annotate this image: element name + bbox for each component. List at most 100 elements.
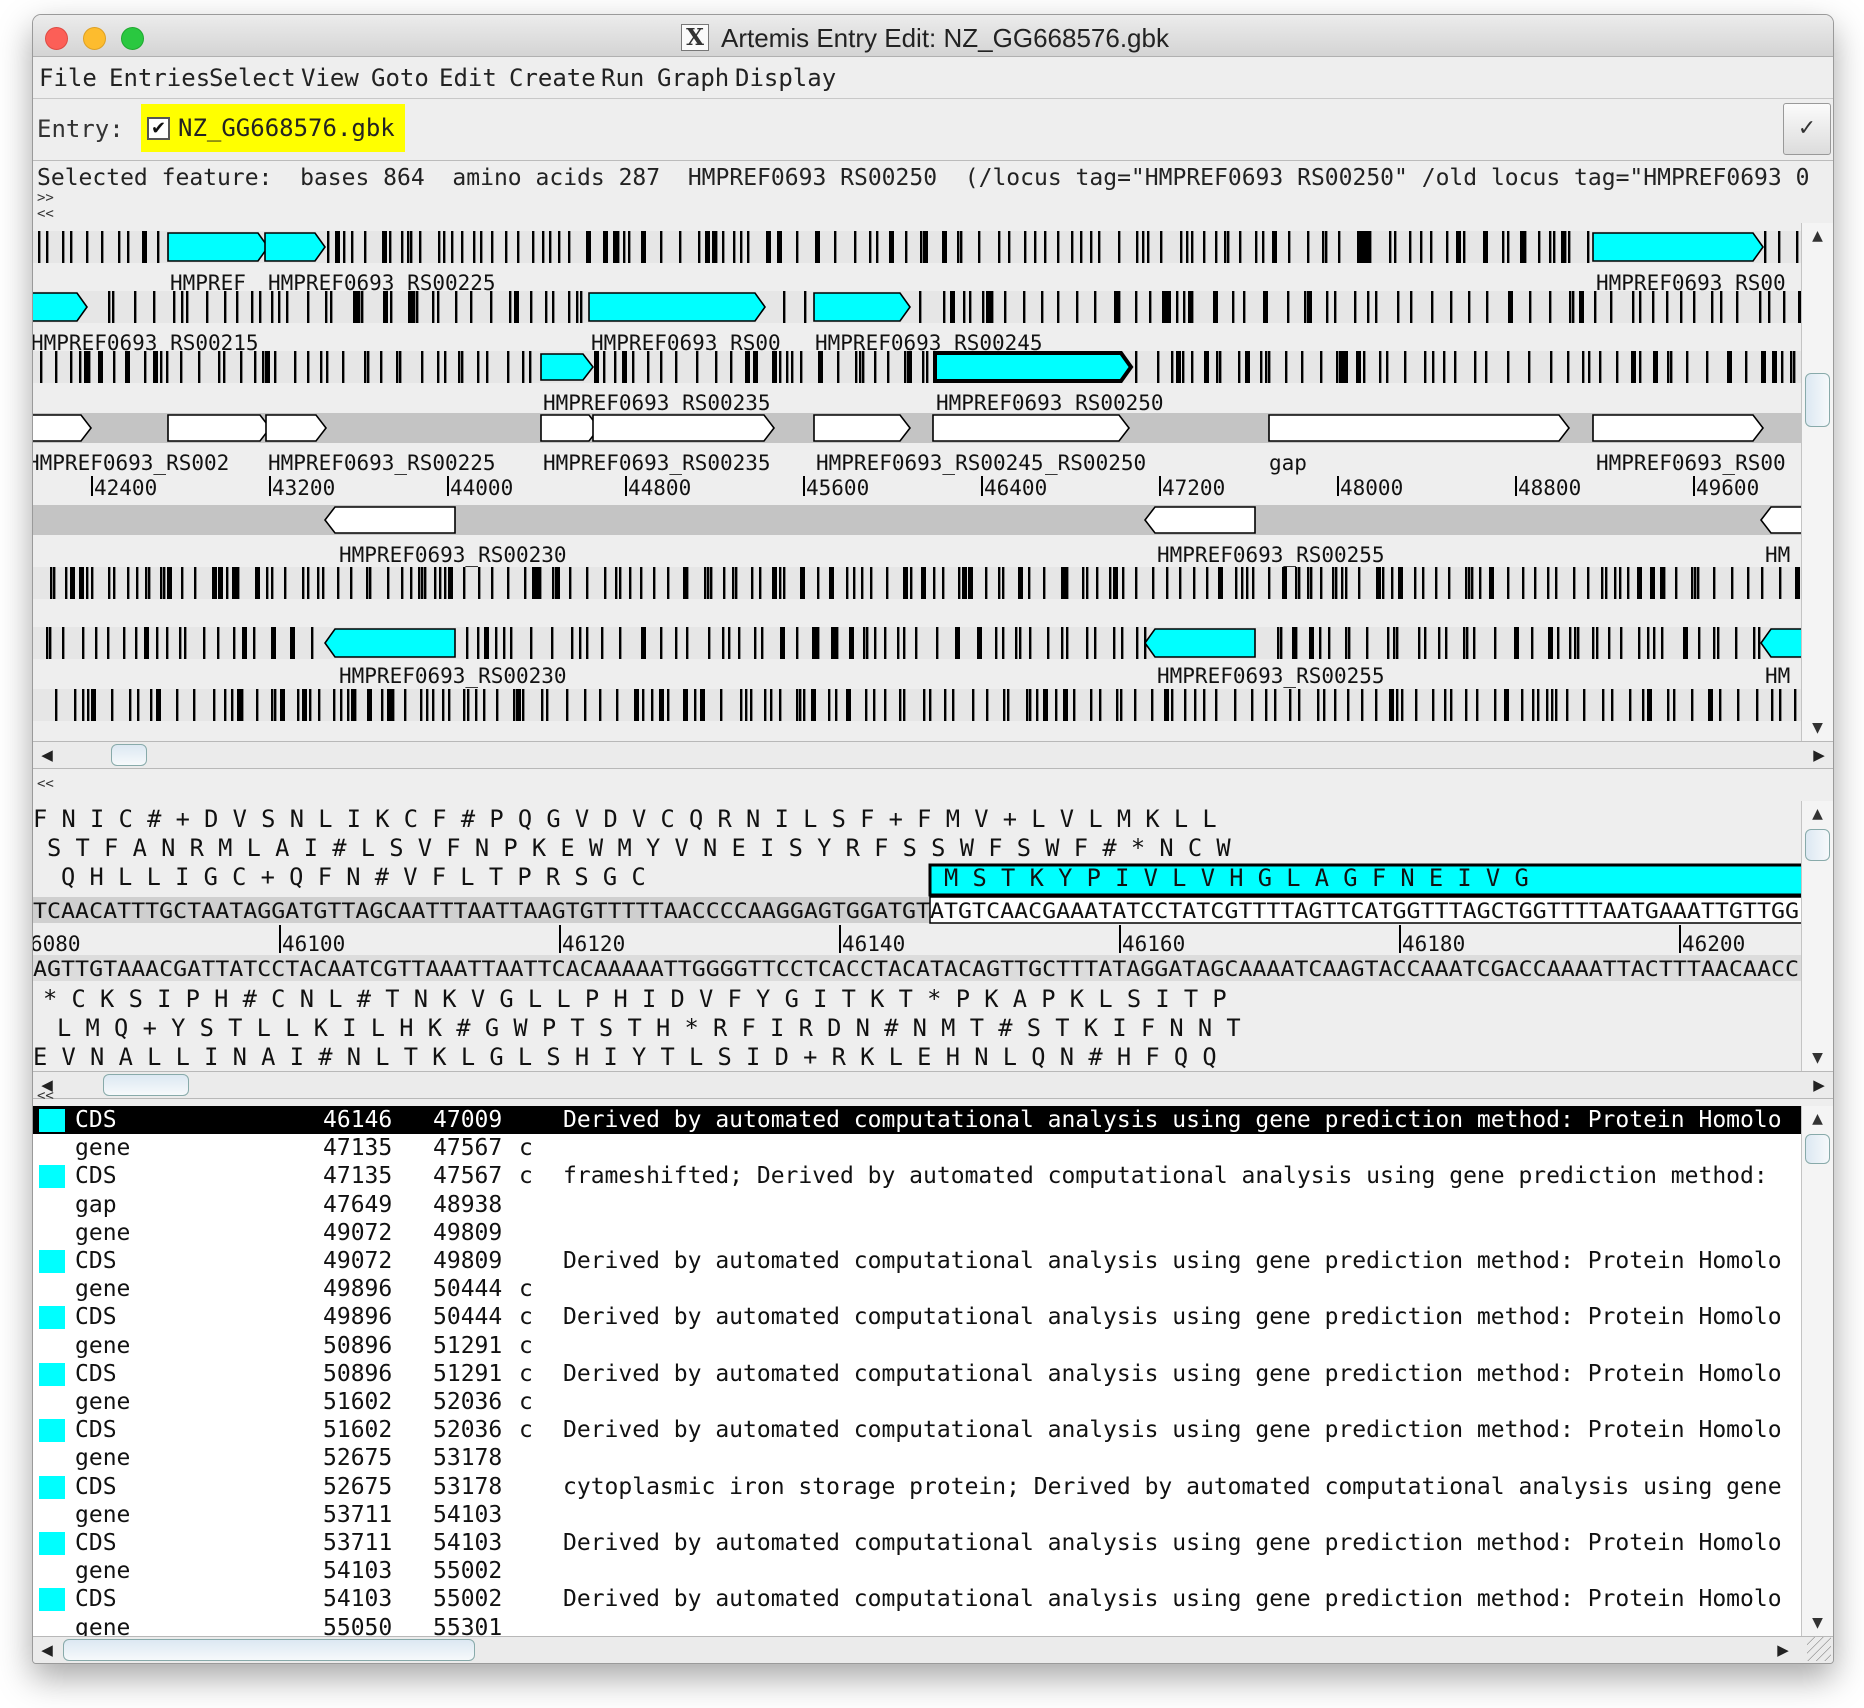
feature-row[interactable]: CDS 46146 47009 Derived by automated comput… <box>33 1106 1803 1134</box>
resize-grip-icon[interactable] <box>1807 1637 1831 1661</box>
feature-row[interactable]: CDS 54103 55002 Derived by automated comput… <box>33 1585 1803 1613</box>
rframe1-translation: * C K S I P H # C N L # T N K V G L L P … <box>43 985 1227 1013</box>
scroll-left-icon[interactable]: ◀ <box>33 1637 61 1663</box>
feature-overview[interactable]: HMPREF HMPREF0693_RS00225 HMPREF0693_RS00H… <box>33 223 1803 741</box>
feature-row[interactable]: CDS 51602 52036 c Derived by automated compu… <box>33 1416 1803 1444</box>
scroll-left-icon[interactable]: ◀ <box>33 742 61 768</box>
feature-start: 53711 <box>323 1530 393 1556</box>
feature-row[interactable]: CDS 49072 49809 Derived by automated comput… <box>33 1247 1803 1275</box>
menu-select[interactable]: Select <box>209 64 296 92</box>
minimize-button[interactable] <box>83 27 106 50</box>
feature-row[interactable]: gene 54103 55002 <box>33 1557 1803 1585</box>
menu-display[interactable]: Display <box>735 64 836 92</box>
stop-codon-mark <box>95 627 98 659</box>
scroll-right-icon[interactable]: ▶ <box>1769 1637 1797 1663</box>
feature-row[interactable]: gene 49896 50444 c <box>33 1275 1803 1303</box>
menu-file[interactable]: File <box>39 64 97 92</box>
stop-codon-mark <box>1534 567 1537 599</box>
stop-codon-mark <box>651 689 654 721</box>
feature-row[interactable]: gene 53711 54103 <box>33 1501 1803 1529</box>
scroll-thumb[interactable] <box>1805 1134 1830 1164</box>
feature-row[interactable]: gene 47135 47567 c <box>33 1134 1803 1162</box>
feature-row[interactable]: gene 49072 49809 <box>33 1219 1803 1247</box>
sequence-vscroll[interactable]: ▲ ▼ <box>1801 801 1833 1071</box>
entry-checkbox[interactable]: ✔ <box>147 116 170 140</box>
forward-nav-button[interactable]: >> <box>37 191 54 205</box>
menu-edit[interactable]: Edit <box>439 64 497 92</box>
stop-codon-mark <box>108 291 111 323</box>
menu-create[interactable]: Create <box>509 64 596 92</box>
stop-codon-mark <box>1191 291 1194 323</box>
close-button[interactable] <box>45 27 68 50</box>
feature-row[interactable]: CDS 49896 50444 c Derived by automated compu… <box>33 1303 1803 1331</box>
menu-graph[interactable]: Graph <box>657 64 729 92</box>
feature-label: HMPREF0693_RS00230 <box>339 664 567 688</box>
stop-codon-mark <box>1683 627 1688 659</box>
menu-run[interactable]: Run <box>601 64 644 92</box>
feature-row[interactable]: CDS 52675 53178 cytoplasmic iron storage pr… <box>33 1473 1803 1501</box>
sequence-view[interactable]: F N I C # + D V S N L I K C F # P Q G V … <box>33 801 1803 1071</box>
menu-goto[interactable]: Goto <box>371 64 429 92</box>
feature-key: CDS <box>75 1163 117 1190</box>
apply-button[interactable]: ✓ <box>1783 103 1831 155</box>
stop-codon-mark <box>1099 689 1102 721</box>
list-vscroll[interactable]: ▲ ▼ <box>1801 1106 1833 1636</box>
stop-codon-mark <box>1592 627 1595 659</box>
feature-note: frameshifted; Derived by automated compu… <box>563 1163 1768 1190</box>
scroll-right-icon[interactable]: ▶ <box>1805 1072 1833 1098</box>
scroll-down-icon[interactable]: ▼ <box>1802 1610 1833 1636</box>
scroll-up-icon[interactable]: ▲ <box>1802 223 1833 249</box>
stop-codon-mark <box>236 291 239 323</box>
scroll-up-icon[interactable]: ▲ <box>1802 1106 1833 1132</box>
feature-row[interactable]: gene 52675 53178 <box>33 1444 1803 1472</box>
sequence-hscroll[interactable]: ◀ ▶ <box>33 1071 1833 1099</box>
back-nav-button[interactable]: << <box>37 1089 54 1103</box>
feature-row[interactable]: CDS 47135 47567 c frameshifted; Derived by a… <box>33 1162 1803 1190</box>
menu-entries[interactable]: Entries <box>109 64 210 92</box>
feature-end: 48938 <box>433 1191 503 1218</box>
stop-codon-mark <box>1627 567 1630 599</box>
stop-codon-mark <box>995 627 998 659</box>
feature-row[interactable]: CDS 53711 54103 Derived by automated comput… <box>33 1529 1803 1557</box>
feature-list[interactable]: CDS 46146 47009 Derived by automated comput… <box>33 1106 1803 1636</box>
feature-row[interactable]: gene 55050 55301 <box>33 1614 1803 1636</box>
stop-codon-mark <box>1057 291 1060 323</box>
menu-view[interactable]: View <box>301 64 359 92</box>
scroll-thumb[interactable] <box>1805 829 1830 861</box>
scroll-thumb[interactable] <box>111 744 147 766</box>
feature-row[interactable]: gene 50896 51291 c <box>33 1332 1803 1360</box>
scroll-up-icon[interactable]: ▲ <box>1802 801 1833 827</box>
entry-toggle[interactable]: ✔ NZ_GG668576.gbk <box>141 104 405 152</box>
stop-codon-mark <box>271 689 274 721</box>
stop-codon-mark <box>617 231 620 263</box>
maximize-button[interactable] <box>121 27 144 50</box>
stop-codon-mark <box>311 627 314 659</box>
overview-vscroll[interactable]: ▲ ▼ <box>1801 223 1833 741</box>
back-nav-button[interactable]: << <box>37 777 54 791</box>
scroll-thumb[interactable] <box>103 1074 189 1096</box>
feature-row[interactable]: gap 47649 48938 <box>33 1191 1803 1219</box>
feature-start: 51602 <box>323 1417 393 1444</box>
feature-end: 49809 <box>433 1248 503 1274</box>
scroll-down-icon[interactable]: ▼ <box>1802 1045 1833 1071</box>
scroll-thumb[interactable] <box>63 1639 475 1661</box>
stop-codon-mark <box>444 567 447 599</box>
scroll-right-icon[interactable]: ▶ <box>1805 742 1833 768</box>
list-hscroll[interactable]: ◀ ▶ <box>33 1636 1833 1663</box>
scroll-thumb[interactable] <box>1805 373 1830 427</box>
stop-codon-mark <box>74 689 77 721</box>
feature-row[interactable]: gene 51602 52036 c <box>33 1388 1803 1416</box>
stop-codon-mark <box>495 627 498 659</box>
overview-hscroll[interactable]: ◀ ▶ <box>33 741 1833 769</box>
stop-codon-mark <box>40 351 43 383</box>
stop-codon-mark <box>1761 351 1766 383</box>
stop-codon-mark <box>144 351 147 383</box>
feature-label: HM <box>1765 664 1790 688</box>
stop-codon-mark <box>615 567 618 599</box>
scroll-down-icon[interactable]: ▼ <box>1802 715 1833 741</box>
stop-codon-mark <box>1295 627 1298 659</box>
stop-codon-mark <box>148 567 151 599</box>
back-nav-button[interactable]: << <box>37 207 54 221</box>
stop-codon-mark <box>1366 627 1369 659</box>
feature-row[interactable]: CDS 50896 51291 c Derived by automated compu… <box>33 1360 1803 1388</box>
